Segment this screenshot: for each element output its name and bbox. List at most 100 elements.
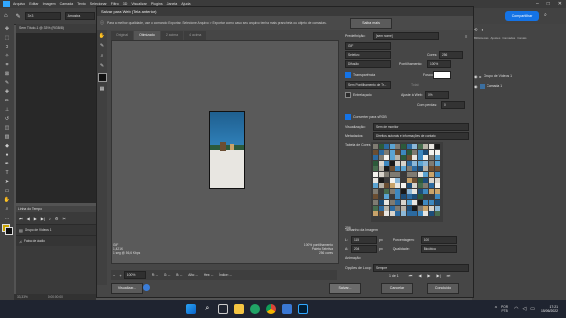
color-swatch[interactable] <box>406 149 412 155</box>
color-swatch[interactable] <box>429 149 434 155</box>
task-view-icon[interactable] <box>218 304 229 314</box>
color-swatch[interactable] <box>384 205 390 211</box>
color-swatch[interactable] <box>429 200 434 205</box>
color-swatch[interactable] <box>401 188 406 194</box>
color-swatch[interactable] <box>434 144 440 149</box>
color-swatch[interactable] <box>378 183 384 189</box>
eye-icon[interactable]: ◉ <box>474 84 478 89</box>
color-swatch[interactable] <box>406 205 412 211</box>
color-swatch[interactable] <box>401 200 406 205</box>
color-swatch[interactable] <box>395 149 401 155</box>
store-icon[interactable] <box>282 304 293 314</box>
color-swatch[interactable] <box>395 144 401 149</box>
prev-frame-icon[interactable]: ◀ <box>418 273 421 278</box>
photoshop-icon[interactable] <box>298 304 309 314</box>
color-swatch[interactable] <box>401 211 406 217</box>
color-swatch[interactable] <box>401 144 406 149</box>
first-frame-icon[interactable]: ⏮ <box>19 216 23 221</box>
next-frame-icon[interactable]: ▶| <box>41 216 45 221</box>
color-swatch[interactable] <box>389 183 395 189</box>
scissors-icon[interactable]: ✂ <box>62 216 65 221</box>
color-swatch[interactable] <box>412 160 418 166</box>
color-swatch[interactable] <box>401 205 406 211</box>
chrome-icon[interactable] <box>266 304 277 314</box>
maximize-icon[interactable]: □ <box>547 1 550 7</box>
color-swatch[interactable] <box>378 194 384 200</box>
color-swatch[interactable] <box>412 177 418 183</box>
color-swatch[interactable] <box>406 155 412 161</box>
history-brush-icon[interactable]: ↺ <box>3 115 11 123</box>
color-swatch[interactable] <box>373 172 378 177</box>
transparency-checkbox[interactable] <box>345 72 351 78</box>
more-tools-icon[interactable]: … <box>3 214 11 222</box>
color-swatch[interactable] <box>423 160 429 166</box>
shape-tool-icon[interactable]: ▭ <box>3 187 11 195</box>
preset-menu-icon[interactable]: ≡ <box>465 34 467 39</box>
frame-tool-icon[interactable]: ⊠ <box>3 70 11 78</box>
loop-select[interactable]: Sempre <box>373 264 469 272</box>
color-swatch[interactable] <box>395 211 401 217</box>
search-icon[interactable]: ⌕ <box>544 12 547 18</box>
close-icon[interactable]: ✕ <box>558 1 562 7</box>
color-swatch[interactable] <box>395 166 401 172</box>
audio-icon[interactable]: ♪ <box>49 216 51 221</box>
color-swatch[interactable] <box>373 160 378 166</box>
color-swatch[interactable] <box>406 177 412 183</box>
clock[interactable]: 17:21 15/06/2022 <box>541 305 558 314</box>
tab-bibliotecas[interactable]: Bibliotecas <box>474 36 489 40</box>
tab-2-up[interactable]: 2 acima <box>160 30 184 40</box>
color-swatch[interactable] <box>389 166 395 172</box>
eyedropper-tool-icon[interactable]: ✎ <box>98 62 106 70</box>
colors-select[interactable]: 256 <box>439 51 463 59</box>
color-swatch[interactable] <box>378 149 384 155</box>
color-swatch[interactable] <box>401 149 406 155</box>
color-swatch[interactable] <box>373 183 378 189</box>
height-input[interactable]: 204 <box>351 245 377 253</box>
convert-srgb-checkbox[interactable] <box>345 114 351 120</box>
color-swatch[interactable] <box>429 188 434 194</box>
color-swatch[interactable] <box>406 194 412 200</box>
color-swatch[interactable] <box>384 166 390 172</box>
color-swatch[interactable] <box>434 172 440 177</box>
color-swatch[interactable] <box>412 200 418 205</box>
color-swatch[interactable] <box>406 188 412 194</box>
color-swatch[interactable] <box>429 205 434 211</box>
color-swatch[interactable] <box>423 211 429 217</box>
color-swatch[interactable] <box>384 155 390 161</box>
ps-logo-icon[interactable] <box>3 1 10 7</box>
color-swatch[interactable] <box>373 211 378 217</box>
learn-more-button[interactable]: Saiba mais <box>350 18 392 29</box>
color-swatch[interactable] <box>378 144 384 149</box>
tray-chevron-icon[interactable]: ^ <box>495 306 497 312</box>
language-indicator[interactable]: POR PTB <box>501 305 508 313</box>
color-swatch[interactable] <box>406 166 412 172</box>
color-swatch[interactable] <box>395 205 401 211</box>
tab-4-up[interactable]: 4 acima <box>184 30 207 40</box>
stamp-tool-icon[interactable]: ⊥ <box>3 106 11 114</box>
preset-select[interactable]: [sem nome] <box>373 32 439 40</box>
menu-arquivo[interactable]: Arquivo <box>13 2 25 6</box>
eyedropper-tool-icon[interactable]: ✎ <box>3 79 11 87</box>
document-canvas-area[interactable] <box>16 33 96 203</box>
dodge-tool-icon[interactable]: ● <box>3 151 11 159</box>
optimized-preview-pane[interactable] <box>111 40 339 264</box>
color-swatch[interactable] <box>412 183 418 189</box>
gradient-tool-icon[interactable]: ▥ <box>3 133 11 141</box>
color-swatch[interactable] <box>373 177 378 183</box>
color-swatch[interactable] <box>423 144 429 149</box>
color-swatch[interactable] <box>395 172 401 177</box>
browser-icon[interactable] <box>143 284 150 291</box>
color-swatch[interactable] <box>412 149 418 155</box>
color-swatch[interactable] <box>434 183 440 189</box>
color-swatch[interactable] <box>434 205 440 211</box>
color-swatch[interactable] <box>378 172 384 177</box>
pen-tool-icon[interactable]: ✒ <box>3 160 11 168</box>
preview-button[interactable]: Visualizar... <box>111 283 143 294</box>
quality-select[interactable]: Bicúbica <box>420 245 457 253</box>
color-swatch[interactable] <box>401 194 406 200</box>
color-swatch[interactable] <box>373 149 378 155</box>
color-swatch[interactable] <box>378 205 384 211</box>
slice-visibility-icon[interactable]: ▦ <box>98 85 106 93</box>
color-swatch[interactable] <box>429 166 434 172</box>
color-swatch[interactable] <box>373 194 378 200</box>
